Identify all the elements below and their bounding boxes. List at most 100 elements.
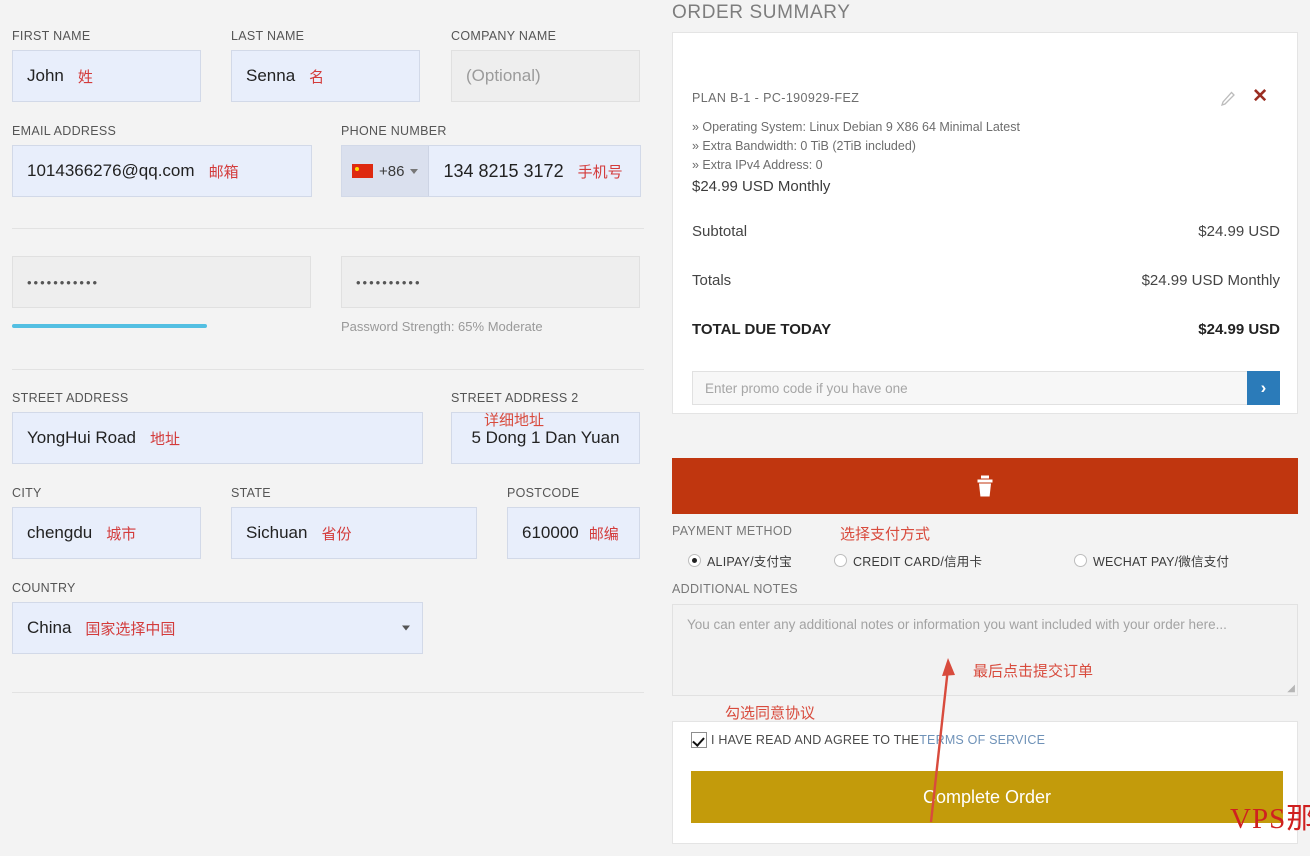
plan-name: PLAN B-1 - PC-190929-FEZ [692, 91, 860, 105]
china-flag-icon [352, 164, 373, 178]
company-name-placeholder: (Optional) [466, 66, 541, 85]
divider-bottom [12, 692, 644, 693]
first-name-input[interactable]: John 姓 [12, 50, 201, 102]
password-value: ••••••••••• [27, 274, 100, 290]
first-name-annotation: 姓 [77, 68, 93, 86]
checkout-page: FIRST NAME John 姓 LAST NAME Senna 名 COMP… [0, 0, 1310, 856]
phone-value: 134 8215 3172 [443, 160, 564, 181]
additional-notes-label: ADDITIONAL NOTES [672, 582, 798, 596]
divider-middle [12, 369, 644, 370]
summary-line-totals: Totals $24.99 USD Monthly [692, 272, 1280, 289]
chevron-right-icon: › [1260, 378, 1267, 397]
country-select[interactable]: China 国家选择中国 [12, 602, 423, 654]
edit-pencil-icon[interactable] [1220, 91, 1236, 107]
company-name-label: COMPANY NAME [451, 29, 557, 43]
last-name-value: Senna [246, 66, 296, 85]
order-summary-panel: ORDER SUMMARY PLAN B-1 - PC-190929-FEZ ✕… [660, 0, 1310, 856]
street-address-label: STREET ADDRESS [12, 391, 129, 405]
postcode-label: POSTCODE [507, 486, 580, 500]
plan-row: PLAN B-1 - PC-190929-FEZ ✕ » Operating S… [692, 87, 1280, 195]
watermark: VPS那些事 [1230, 803, 1310, 835]
street-address-annotation: 地址 [150, 430, 181, 448]
plan-feature-1: » Extra Bandwidth: 0 TiB (2TiB included) [692, 139, 916, 153]
payment-option-wechat[interactable]: WECHAT PAY/微信支付 [1074, 551, 1229, 570]
chevron-down-icon [410, 168, 419, 174]
country-value: China [27, 618, 72, 637]
email-annotation: 邮箱 [208, 163, 239, 181]
terms-row[interactable]: I HAVE READ AND AGREE TO THE TERMS OF SE… [691, 732, 1045, 748]
payment-option-credit-card-label: CREDIT CARD/信用卡 [853, 555, 983, 569]
street-address-value: YongHui Road [27, 428, 137, 447]
resize-handle-icon[interactable]: ◢ [1287, 683, 1295, 694]
radio-icon [688, 554, 701, 567]
terms-text: I HAVE READ AND AGREE TO THE [711, 733, 920, 747]
remove-order-banner[interactable] [672, 458, 1298, 514]
city-input[interactable]: chengdu 城市 [12, 507, 201, 559]
payment-method-label: PAYMENT METHOD [672, 524, 793, 538]
remove-item-icon[interactable]: ✕ [1252, 87, 1268, 106]
country-label: COUNTRY [12, 581, 76, 595]
submit-annotation: 最后点击提交订单 [973, 663, 1094, 680]
state-value: Sichuan [246, 523, 308, 542]
country-annotation: 国家选择中国 [85, 620, 176, 638]
postcode-input[interactable]: 610000 邮编 [507, 507, 640, 559]
total-due-label: TOTAL DUE TODAY [692, 321, 832, 338]
promo-code-input[interactable]: Enter promo code if you have one [692, 371, 1247, 405]
postcode-annotation: 邮编 [588, 525, 619, 543]
payment-option-alipay[interactable]: ALIPAY/支付宝 [688, 551, 834, 570]
street-address-2-annotation: 详细地址 [484, 412, 545, 429]
terms-of-service-link[interactable]: TERMS OF SERVICE [919, 733, 1045, 747]
totals-label: Totals [692, 272, 732, 289]
trash-icon [977, 475, 993, 497]
password-input[interactable]: ••••••••••• [12, 256, 311, 308]
divider-top [12, 228, 644, 229]
order-summary-title: ORDER SUMMARY [672, 2, 851, 23]
state-input[interactable]: Sichuan 省份 [231, 507, 477, 559]
phone-country-selector[interactable]: +86 [342, 146, 430, 196]
additional-notes-placeholder: You can enter any additional notes or in… [687, 617, 1227, 632]
email-label: EMAIL ADDRESS [12, 124, 117, 138]
payment-method-annotation: 选择支付方式 [840, 526, 931, 543]
complete-order-button[interactable]: Complete Order [691, 771, 1283, 823]
email-value: 1014366276@qq.com [27, 161, 195, 180]
city-annotation: 城市 [106, 525, 137, 543]
first-name-value: John [27, 66, 64, 85]
additional-notes-textarea[interactable]: You can enter any additional notes or in… [672, 604, 1298, 696]
total-due-value: $24.99 USD [1198, 321, 1280, 338]
customer-details-form: FIRST NAME John 姓 LAST NAME Senna 名 COMP… [0, 0, 660, 856]
last-name-input[interactable]: Senna 名 [231, 50, 420, 102]
city-value: chengdu [27, 523, 93, 542]
terms-annotation: 勾选同意协议 [725, 705, 816, 722]
order-summary-card: PLAN B-1 - PC-190929-FEZ ✕ » Operating S… [672, 32, 1298, 414]
password-confirm-input[interactable]: •••••••••• [341, 256, 640, 308]
chevron-down-icon [402, 625, 410, 631]
city-label: CITY [12, 486, 42, 500]
phone-label: PHONE NUMBER [341, 124, 447, 138]
payment-method-options: ALIPAY/支付宝 CREDIT CARD/信用卡 WECHAT PAY/微信… [688, 551, 1298, 570]
summary-line-total-due: TOTAL DUE TODAY $24.99 USD [692, 321, 1280, 338]
street-address-input[interactable]: YongHui Road 地址 [12, 412, 423, 464]
plan-feature-0: » Operating System: Linux Debian 9 X86 6… [692, 120, 1020, 134]
street-address-2-input[interactable]: 5 Dong 1 Dan Yuan [451, 412, 640, 464]
state-annotation: 省份 [321, 525, 352, 543]
phone-number-field[interactable]: 134 8215 3172 手机号 [429, 146, 640, 196]
payment-option-wechat-label: WECHAT PAY/微信支付 [1093, 555, 1230, 569]
password-strength-bar [12, 324, 207, 328]
phone-annotation: 手机号 [577, 163, 623, 181]
street-address-2-label: STREET ADDRESS 2 [451, 391, 579, 405]
password-confirm-value: •••••••••• [356, 274, 422, 290]
email-input[interactable]: 1014366276@qq.com 邮箱 [12, 145, 312, 197]
payment-option-alipay-label: ALIPAY/支付宝 [707, 555, 792, 569]
phone-dial-code: +86 [379, 162, 405, 180]
phone-input[interactable]: +86 134 8215 3172 手机号 [341, 145, 641, 197]
last-name-label: LAST NAME [231, 29, 305, 43]
terms-checkbox[interactable] [691, 732, 707, 748]
plan-price: $24.99 USD Monthly [692, 178, 831, 195]
payment-option-credit-card[interactable]: CREDIT CARD/信用卡 [834, 551, 1074, 570]
terms-and-submit-card: I HAVE READ AND AGREE TO THE TERMS OF SE… [672, 721, 1298, 844]
apply-promo-button[interactable]: › [1247, 371, 1280, 405]
company-name-input[interactable]: (Optional) [451, 50, 640, 102]
password-strength-text: Password Strength: 65% Moderate [341, 319, 543, 334]
subtotal-label: Subtotal [692, 223, 748, 240]
last-name-annotation: 名 [309, 68, 325, 86]
